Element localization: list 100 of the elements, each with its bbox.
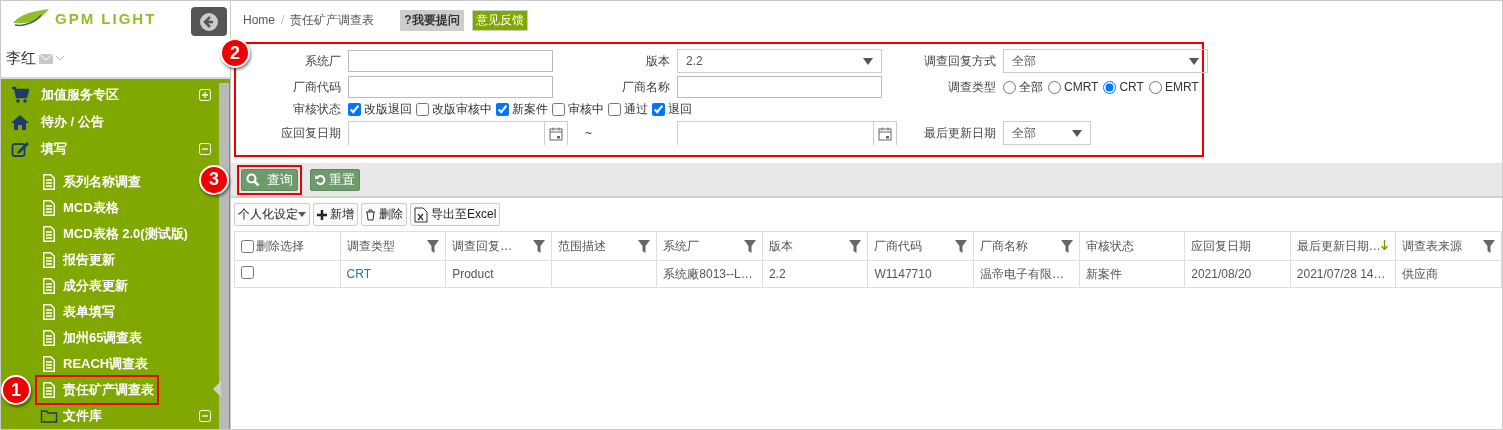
caret-icon <box>298 212 306 217</box>
text-field[interactable] <box>348 50 553 72</box>
folder-icon <box>40 407 58 425</box>
filter-icon[interactable] <box>743 239 756 253</box>
checkbox-label: 改版退回 <box>364 101 412 118</box>
select-field[interactable]: 全部 <box>1003 121 1091 145</box>
text-field[interactable] <box>677 76 882 98</box>
sort-arrow-icon[interactable] <box>1380 239 1388 250</box>
filter-icon[interactable] <box>955 239 968 253</box>
scrollbar[interactable] <box>219 83 229 429</box>
filter-icon[interactable] <box>638 239 651 253</box>
document-icon <box>40 355 58 373</box>
column-header[interactable]: 应回复日期 <box>1184 231 1291 261</box>
radio-button[interactable] <box>1003 80 1016 94</box>
column-header[interactable]: 调查表来源 <box>1395 231 1502 261</box>
spreadsheet-icon <box>414 206 428 223</box>
breadcrumb-item: 责任矿产调查表 <box>290 11 375 29</box>
field-label: 最后更新日期 <box>923 124 996 142</box>
checkbox[interactable] <box>496 103 509 116</box>
radio-button[interactable] <box>1148 80 1162 94</box>
filter-icon[interactable] <box>849 239 862 253</box>
table-cell: 系统廠8013--L… <box>663 266 753 281</box>
column-header[interactable]: 厂商代码 <box>867 231 974 261</box>
field-label: 版本 <box>645 52 670 70</box>
filter-icon[interactable] <box>532 239 545 253</box>
column-header[interactable]: 删除选择 <box>234 231 341 261</box>
field-label: 应回复日期 <box>280 124 341 142</box>
collapse-icon[interactable] <box>199 410 211 422</box>
date-field[interactable] <box>677 121 897 145</box>
toolbar-button[interactable]: 导出至Excel <box>410 203 501 226</box>
reset-icon <box>314 173 326 186</box>
header-label: 厂商名称 <box>980 237 1029 255</box>
checkbox[interactable] <box>241 266 254 279</box>
callout-number: 2 <box>220 38 250 68</box>
calendar-icon <box>878 126 892 141</box>
edit-icon <box>11 139 29 158</box>
header-label: 应回复日期 <box>1191 237 1252 255</box>
toolbar-button[interactable]: 删除 <box>361 203 407 226</box>
toolbar-button[interactable]: 个人化设定 <box>234 203 310 226</box>
checkbox-label: 通过 <box>624 101 648 118</box>
back-button[interactable] <box>191 7 227 36</box>
column-header[interactable]: 版本 <box>762 231 868 261</box>
radio-label: CMRT <box>1064 80 1099 94</box>
radio-label: CRT <box>1119 80 1144 94</box>
filter-icon[interactable] <box>1483 239 1495 253</box>
radio-button[interactable] <box>1048 80 1061 94</box>
column-header[interactable]: 最后更新日期… <box>1290 231 1396 261</box>
column-header[interactable]: 审核状态 <box>1079 231 1185 261</box>
table-cell: 2021/08/20 <box>1191 267 1252 281</box>
header-label: 范围描述 <box>557 237 606 255</box>
cart-icon <box>11 85 29 104</box>
collapse-handle[interactable] <box>213 381 221 397</box>
checkbox[interactable] <box>552 103 565 116</box>
column-header[interactable]: 范围描述 <box>551 231 657 261</box>
checkbox-label: 改版审核中 <box>432 101 492 118</box>
column-header[interactable]: 调查回复… <box>445 231 552 261</box>
table-link[interactable]: CRT <box>346 267 372 281</box>
checkbox[interactable] <box>348 103 361 116</box>
header-label: 系统厂 <box>663 237 700 255</box>
text-field[interactable] <box>348 76 553 98</box>
expand-icon[interactable] <box>199 88 211 101</box>
header-label: 调查回复… <box>452 237 513 255</box>
table-cell: W1147710 <box>874 267 932 281</box>
checkbox[interactable] <box>652 103 665 116</box>
checkbox[interactable] <box>416 103 429 116</box>
filter-icon[interactable] <box>1060 239 1073 253</box>
checkbox[interactable] <box>608 103 621 116</box>
toolbar-button[interactable]: 新增 <box>313 203 358 226</box>
breadcrumb-separator: / <box>281 13 285 27</box>
select-field[interactable]: 全部 <box>1003 49 1208 73</box>
checkbox-label: 退回 <box>668 101 692 118</box>
field-label: 厂商代码 <box>292 78 341 96</box>
ask-question-button[interactable]: ?我要提问 <box>400 9 464 31</box>
document-icon <box>40 199 58 217</box>
select-field[interactable]: 2.2 <box>677 49 882 73</box>
column-header[interactable]: 调查类型 <box>340 231 446 261</box>
column-header[interactable]: 系统厂 <box>656 231 763 261</box>
radio-button[interactable] <box>1103 80 1117 94</box>
search-icon <box>246 172 260 187</box>
column-header[interactable]: 厂商名称 <box>973 231 1080 261</box>
collapse-icon[interactable] <box>199 142 211 155</box>
document-icon <box>40 173 58 191</box>
checkbox[interactable] <box>241 239 254 253</box>
table-cell: 2021/07/28 14… <box>1296 267 1386 281</box>
header-label: 调查类型 <box>346 237 395 255</box>
header-label: 厂商代码 <box>874 237 923 255</box>
table-cell: Product <box>452 267 494 281</box>
field-label: 厂商名称 <box>621 78 670 96</box>
field-label: 调查类型 <box>947 78 996 96</box>
document-icon <box>40 329 58 347</box>
breadcrumb-item[interactable]: Home <box>243 13 275 27</box>
filter-icon[interactable] <box>427 239 440 253</box>
table-cell: 新案件 <box>1085 266 1122 281</box>
date-field[interactable] <box>348 121 568 145</box>
trash-icon <box>365 208 376 221</box>
checkbox-label: 审核中 <box>568 101 604 118</box>
callout-number: 1 <box>1 375 31 405</box>
document-icon <box>40 303 58 321</box>
field-label: 调查回复方式 <box>923 52 996 70</box>
calendar-icon <box>549 126 563 141</box>
